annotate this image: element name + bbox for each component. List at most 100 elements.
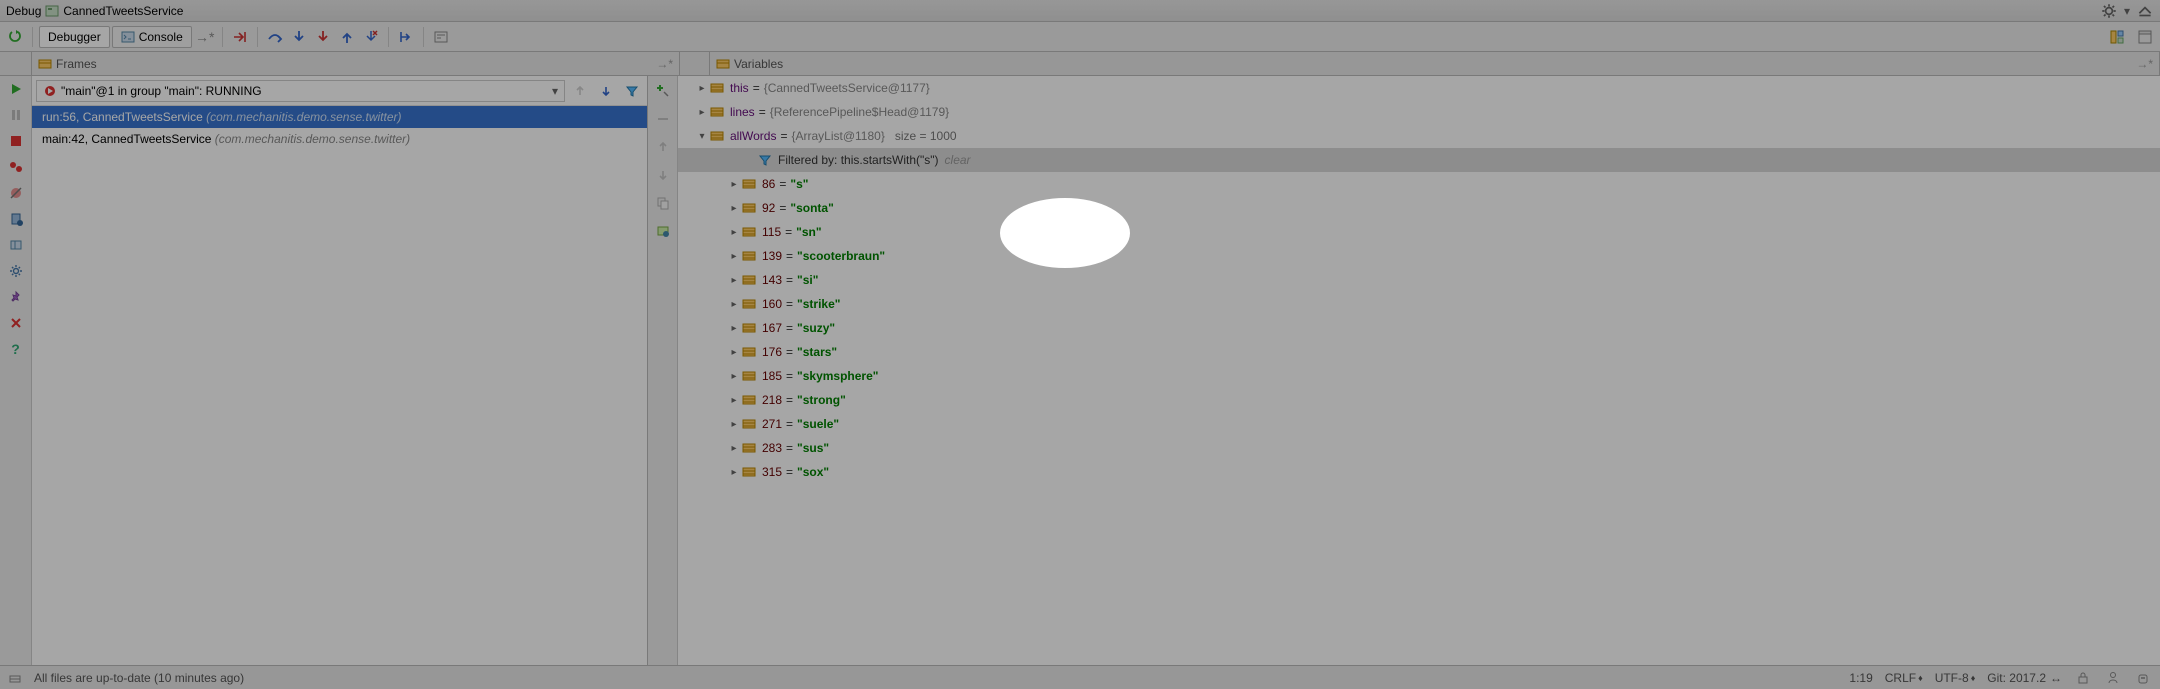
variable-row[interactable]: ▸160 = "strike"	[678, 292, 2160, 316]
expander-icon[interactable]: ▸	[726, 275, 742, 286]
step-out-button[interactable]	[336, 26, 358, 48]
filter-frames-button[interactable]	[621, 80, 643, 102]
dropdown-arrow-icon[interactable]: ▾	[2124, 4, 2130, 18]
show-watches-button[interactable]	[654, 222, 672, 240]
variable-row[interactable]: ▸218 = "strong"	[678, 388, 2160, 412]
add-to-watches-button[interactable]	[654, 82, 672, 100]
expander-icon[interactable]: ▸	[726, 443, 742, 454]
dropdown-icon[interactable]: →*	[656, 57, 673, 71]
object-icon	[742, 393, 756, 407]
step-into-button[interactable]	[288, 26, 310, 48]
variables-panel: ▸this = {CannedTweetsService@1177}▸lines…	[678, 76, 2160, 665]
copy-button[interactable]	[654, 194, 672, 212]
lock-icon[interactable]	[2074, 669, 2092, 687]
variables-panel-header[interactable]: Variables →*	[710, 52, 2160, 75]
view-breakpoints-button[interactable]	[7, 158, 25, 176]
variables-toolbar	[648, 76, 678, 665]
variable-row[interactable]: ▸283 = "sus"	[678, 436, 2160, 460]
status-message: All files are up-to-date (10 minutes ago…	[34, 671, 244, 685]
status-icon	[8, 671, 22, 685]
git-branch[interactable]: Git: 2017.2↔	[1987, 671, 2062, 685]
expander-icon[interactable]: ▸	[726, 299, 742, 310]
object-icon	[742, 441, 756, 455]
expander-icon[interactable]: ▾	[694, 131, 710, 142]
tab-debugger[interactable]: Debugger	[39, 26, 110, 48]
prev-frame-button[interactable]	[569, 80, 591, 102]
expander-icon[interactable]: ▸	[726, 395, 742, 406]
object-icon	[742, 297, 756, 311]
expander-icon[interactable]: ▸	[694, 107, 710, 118]
variable-row[interactable]: ▸143 = "si"	[678, 268, 2160, 292]
rerun-button[interactable]	[4, 26, 26, 48]
hector-icon[interactable]	[2134, 669, 2152, 687]
clear-filter-link[interactable]: clear	[945, 153, 971, 167]
remove-watch-button[interactable]	[654, 110, 672, 128]
variable-row[interactable]: ▾allWords = {ArrayList@1180}size = 1000	[678, 124, 2160, 148]
variable-row[interactable]: ▸167 = "suzy"	[678, 316, 2160, 340]
stop-button[interactable]	[7, 132, 25, 150]
show-execution-point-button[interactable]	[229, 26, 251, 48]
new-watch-button[interactable]: →*	[194, 26, 216, 48]
mute-breakpoints-button[interactable]	[7, 184, 25, 202]
object-icon	[742, 273, 756, 287]
expander-icon[interactable]: ▸	[694, 83, 710, 94]
expander-icon[interactable]: ▸	[726, 227, 742, 238]
move-up-button[interactable]	[654, 138, 672, 156]
settings-button[interactable]	[7, 262, 25, 280]
variable-row[interactable]: ▸92 = "sonta"	[678, 196, 2160, 220]
run-to-cursor-button[interactable]	[395, 26, 417, 48]
variable-row[interactable]: ▸271 = "suele"	[678, 412, 2160, 436]
expander-icon[interactable]: ▸	[726, 323, 742, 334]
expander-icon[interactable]: ▸	[726, 371, 742, 382]
variable-row[interactable]: ▸185 = "skymsphere"	[678, 364, 2160, 388]
thread-selector[interactable]: "main"@1 in group "main": RUNNING	[36, 80, 565, 102]
expander-icon[interactable]: ▸	[726, 251, 742, 262]
restore-layout-icon[interactable]	[7, 236, 25, 254]
expander-icon[interactable]: ▸	[726, 467, 742, 478]
variable-row[interactable]: ▸176 = "stars"	[678, 340, 2160, 364]
expander-icon[interactable]: ▸	[726, 203, 742, 214]
evaluate-expression-button[interactable]	[430, 26, 452, 48]
variable-row[interactable]: ▸lines = {ReferencePipeline$Head@1179}	[678, 100, 2160, 124]
get-thread-dump-button[interactable]	[7, 210, 25, 228]
help-button[interactable]: ?	[7, 340, 25, 358]
status-bar: All files are up-to-date (10 minutes ago…	[0, 665, 2160, 689]
frames-panel: "main"@1 in group "main": RUNNING run:56…	[32, 76, 648, 665]
expander-icon[interactable]: ▸	[726, 347, 742, 358]
layout-button[interactable]	[2106, 26, 2128, 48]
variable-row[interactable]: ▸this = {CannedTweetsService@1177}	[678, 76, 2160, 100]
filter-label: Filtered by: this.startsWith("s")	[778, 153, 939, 167]
variable-row[interactable]: ▸315 = "sox"	[678, 460, 2160, 484]
frames-label: Frames	[56, 57, 97, 71]
file-encoding[interactable]: UTF-8♦	[1935, 671, 1976, 685]
tab-console[interactable]: Console	[112, 26, 192, 48]
object-icon	[742, 369, 756, 383]
processes-icon[interactable]	[2104, 669, 2122, 687]
dropdown-icon[interactable]: →*	[2136, 57, 2153, 71]
pin-button[interactable]	[7, 288, 25, 306]
next-frame-button[interactable]	[595, 80, 617, 102]
variable-row[interactable]: ▸139 = "scooterbraun"	[678, 244, 2160, 268]
variable-row[interactable]: ▸115 = "sn"	[678, 220, 2160, 244]
hide-icon[interactable]	[2136, 2, 2154, 20]
tab-debugger-label: Debugger	[48, 30, 101, 44]
line-separator[interactable]: CRLF♦	[1885, 671, 1923, 685]
drop-frame-button[interactable]	[360, 26, 382, 48]
restore-layout-button[interactable]	[2134, 26, 2156, 48]
force-step-into-button[interactable]	[312, 26, 334, 48]
gear-icon[interactable]	[2100, 2, 2118, 20]
step-over-button[interactable]	[264, 26, 286, 48]
stack-frame[interactable]: main:42, CannedTweetsService (com.mechan…	[32, 128, 647, 150]
move-down-button[interactable]	[654, 166, 672, 184]
close-button[interactable]	[7, 314, 25, 332]
frames-panel-header[interactable]: Frames →*	[32, 52, 680, 75]
object-icon	[710, 129, 724, 143]
resume-button[interactable]	[7, 80, 25, 98]
expander-icon[interactable]: ▸	[726, 419, 742, 430]
caret-position[interactable]: 1:19	[1849, 671, 1872, 685]
funnel-icon	[758, 153, 772, 167]
pause-button[interactable]	[7, 106, 25, 124]
expander-icon[interactable]: ▸	[726, 179, 742, 190]
stack-frame[interactable]: run:56, CannedTweetsService (com.mechani…	[32, 106, 647, 128]
variable-row[interactable]: ▸86 = "s"	[678, 172, 2160, 196]
